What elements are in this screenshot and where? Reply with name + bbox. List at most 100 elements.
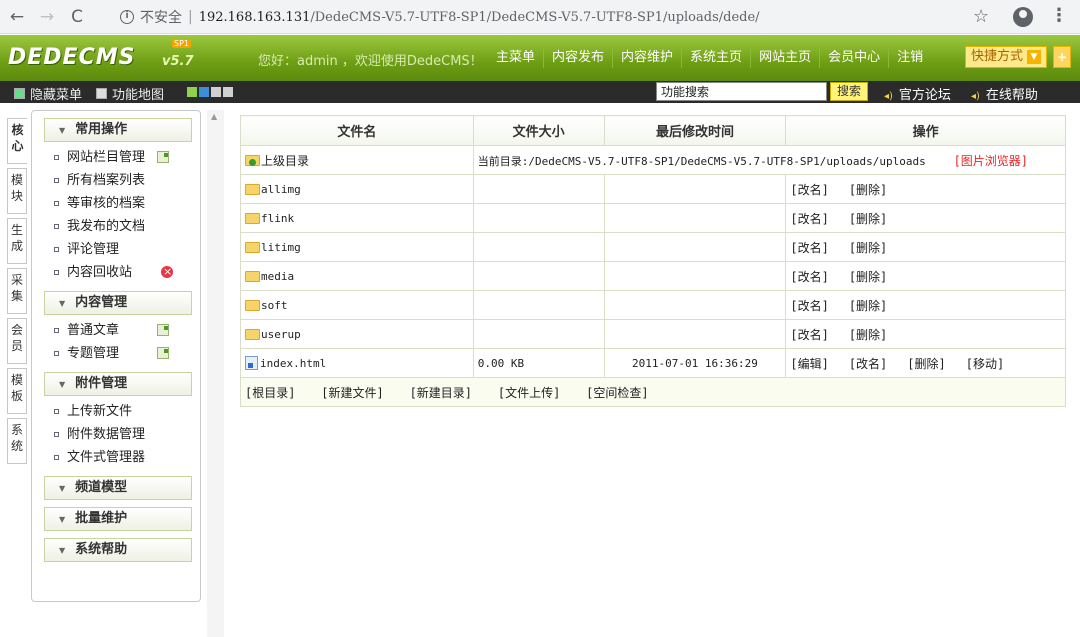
new-file-link[interactable]: [新建文件] [321,384,383,401]
section-system-help[interactable]: ▼ 系统帮助 [44,538,192,562]
section-channel-model[interactable]: ▼ 频道模型 [44,476,192,500]
forward-icon[interactable]: → [34,7,60,27]
add-icon[interactable] [157,324,169,336]
browser-menu-icon[interactable]: ⋮ [1050,5,1068,26]
account-icon[interactable] [1013,7,1033,27]
sidebar-item-attachment-data[interactable]: 附件数据管理 [54,423,200,446]
tab-core[interactable]: 核心 [7,118,27,164]
bookmark-star-icon[interactable]: ☆ [973,6,989,27]
tab-module[interactable]: 模块 [7,168,27,214]
search-button[interactable]: 搜索 [830,82,868,101]
sidebar-item-upload-file[interactable]: 上传新文件 [54,400,200,423]
nav-site-home[interactable]: 网站主页 [750,48,819,68]
nav-main-menu[interactable]: 主菜单 [488,48,543,68]
skin-swatch[interactable] [223,87,233,97]
folder-link[interactable]: media [261,270,294,283]
tab-template[interactable]: 模板 [7,368,27,414]
tab-system[interactable]: 系统 [7,418,27,464]
rename-action[interactable]: [改名] [790,210,828,227]
folder-name-cell[interactable]: media [240,261,474,291]
tab-member[interactable]: 会员 [7,318,27,364]
rename-action[interactable]: [改名] [790,268,828,285]
nav-content-publish[interactable]: 内容发布 [543,48,612,68]
rename-action[interactable]: [改名] [790,239,828,256]
section-batch-maintain[interactable]: ▼ 批量维护 [44,507,192,531]
url-text[interactable]: 192.168.163.131/DedeCMS-V5.7-UTF8-SP1/De… [199,10,760,25]
delete-action[interactable]: [删除] [907,355,945,372]
section-attachment-manage[interactable]: ▼ 附件管理 [44,372,192,396]
tab-generate[interactable]: 生成 [7,218,27,264]
space-check-link[interactable]: [空间检查] [586,384,648,401]
nav-logout[interactable]: 注销 [888,48,931,68]
folder-name-cell[interactable]: flink [240,203,474,233]
back-icon[interactable]: ← [4,7,30,27]
nav-system-home[interactable]: 系统主页 [681,48,750,68]
scroll-up-icon[interactable]: ▲ [211,112,217,121]
online-help-link[interactable]: ◂) 在线帮助 [971,84,1038,103]
official-forum-link[interactable]: ◂) 官方论坛 [884,84,951,103]
sidebar-item-article[interactable]: 普通文章 [54,319,200,342]
folder-link[interactable]: litimg [261,241,301,254]
parent-dir-link[interactable]: 上级目录 [261,152,309,169]
section-content-manage[interactable]: ▼ 内容管理 [44,291,192,315]
move-action[interactable]: [移动] [966,355,1004,372]
quick-access-button[interactable]: 快捷方式 ▼ [965,46,1048,68]
rename-action[interactable]: [改名] [849,355,887,372]
upload-file-link[interactable]: [文件上传] [498,384,560,401]
table-row: allimg [改名] [删除] [240,174,1066,204]
sidebar-item-label: 评论管理 [67,242,120,257]
delete-action[interactable]: [删除] [849,210,887,227]
nav-content-maintain[interactable]: 内容维护 [612,48,681,68]
rename-action[interactable]: [改名] [790,326,828,343]
function-search-input[interactable] [656,82,827,101]
size-cell [472,203,605,233]
folder-name-cell[interactable]: userup [240,319,474,349]
folder-name-cell[interactable]: allimg [240,174,474,204]
file-name-cell[interactable]: index.html [240,348,474,378]
address-bar[interactable]: i 不安全 | 192.168.163.131/DedeCMS-V5.7-UTF… [120,6,760,28]
clear-recycle-icon[interactable] [161,260,173,283]
sidebar-item-comments[interactable]: 评论管理 [54,238,200,261]
quick-add-button[interactable]: + [1053,46,1071,68]
root-dir-link[interactable]: [根目录] [245,384,295,401]
sidebar-item-topic[interactable]: 专题管理 [54,342,200,365]
add-icon[interactable] [157,151,169,163]
folder-link[interactable]: flink [261,212,294,225]
rename-action[interactable]: [改名] [790,181,828,198]
reload-icon[interactable]: C [64,7,90,27]
insecure-label[interactable]: 不安全 [140,7,182,27]
hide-menu-button[interactable]: 隐藏菜单 [14,84,82,103]
sidebar-item-my-documents[interactable]: 我发布的文档 [54,215,200,238]
skin-swatch[interactable] [199,87,209,97]
new-dir-link[interactable]: [新建目录] [410,384,472,401]
parent-dir-cell[interactable]: 上级目录 [240,145,474,175]
delete-action[interactable]: [删除] [849,239,887,256]
info-icon[interactable]: i [120,10,134,24]
sidebar-item-all-archives[interactable]: 所有档案列表 [54,169,200,192]
tab-collect[interactable]: 采集 [7,268,27,314]
folder-name-cell[interactable]: soft [240,290,474,320]
edit-action[interactable]: [编辑] [790,355,828,372]
delete-action[interactable]: [删除] [849,297,887,314]
frame-scrollbar[interactable] [207,110,224,637]
sidebar-item-column-manage[interactable]: 网站栏目管理 [54,146,200,169]
sidebar-item-file-manager[interactable]: 文件式管理器 [54,446,200,469]
delete-action[interactable]: [删除] [849,268,887,285]
folder-link[interactable]: allimg [261,183,301,196]
sidebar-item-pending-archives[interactable]: 等审核的档案 [54,192,200,215]
folder-name-cell[interactable]: litimg [240,232,474,262]
skin-swatch[interactable] [187,87,197,97]
delete-action[interactable]: [删除] [849,326,887,343]
image-browser-link[interactable]: [图片浏览器] [954,154,1028,168]
sidebar-item-recycle-bin[interactable]: 内容回收站 [54,260,200,284]
section-common-ops[interactable]: ▼ 常用操作 [44,118,192,142]
rename-action[interactable]: [改名] [790,297,828,314]
folder-link[interactable]: userup [261,328,301,341]
nav-member-center[interactable]: 会员中心 [819,48,888,68]
file-link[interactable]: index.html [260,357,326,370]
skin-swatch[interactable] [211,87,221,97]
delete-action[interactable]: [删除] [849,181,887,198]
site-map-button[interactable]: 功能地图 [96,84,164,103]
folder-link[interactable]: soft [261,299,288,312]
add-icon[interactable] [157,347,169,359]
